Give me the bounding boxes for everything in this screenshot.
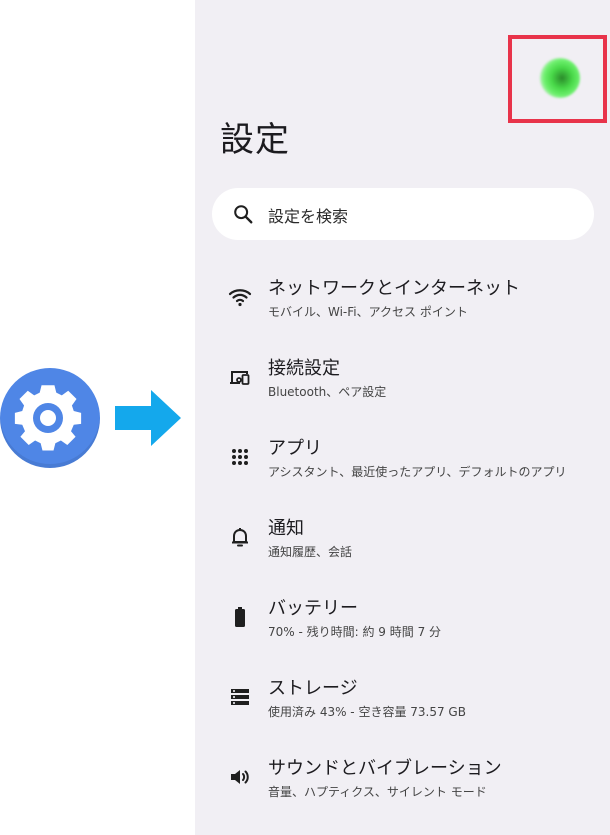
gear-icon: [14, 385, 82, 451]
settings-item-storage[interactable]: ストレージ 使用済み 43% - 空き容量 73.57 GB: [195, 668, 610, 738]
page-title: 設定: [220, 120, 290, 160]
settings-item-subtitle: アシスタント、最近使ったアプリ、デフォルトのアプリ: [268, 465, 567, 479]
settings-item-subtitle: Bluetooth、ペア設定: [268, 385, 387, 399]
settings-item-network[interactable]: ネットワークとインターネット モバイル、Wi-Fi、アクセス ポイント: [195, 268, 610, 338]
connected-devices-icon: [230, 371, 250, 385]
settings-item-title: サウンドとバイブレーション: [268, 758, 502, 779]
battery-icon: [235, 607, 245, 627]
right-arrow-icon: [115, 390, 181, 446]
settings-item-subtitle: モバイル、Wi-Fi、アクセス ポイント: [268, 305, 468, 319]
settings-item-connected-devices[interactable]: 接続設定 Bluetooth、ペア設定: [195, 348, 610, 418]
apps-grid-icon: [232, 449, 248, 465]
settings-item-subtitle: 使用済み 43% - 空き容量 73.57 GB: [268, 705, 466, 719]
settings-item-subtitle: 音量、ハプティクス、サイレント モード: [268, 785, 487, 799]
wifi-icon: [228, 289, 252, 307]
settings-item-title: ネットワークとインターネット: [268, 278, 520, 299]
settings-item-notifications[interactable]: 通知 通知履歴、会話: [195, 508, 610, 578]
settings-item-subtitle: 70% - 残り時間: 約 9 時間 7 分: [268, 625, 442, 639]
settings-app-icon: [0, 368, 100, 468]
search-input[interactable]: 設定を検索: [212, 188, 594, 240]
storage-icon: [231, 689, 249, 705]
settings-item-title: ストレージ: [268, 678, 358, 699]
bell-icon: [232, 528, 248, 547]
settings-item-title: アプリ: [268, 438, 322, 459]
settings-item-title: 接続設定: [268, 358, 340, 379]
speaker-icon: [231, 770, 249, 784]
settings-panel: 設定 設定を検索 ネットワークとインターネット モバイル、Wi-Fi、アクセス …: [195, 0, 610, 835]
settings-item-title: バッテリー: [268, 598, 358, 619]
search-icon: [234, 205, 253, 224]
settings-item-sound[interactable]: サウンドとバイブレーション 音量、ハプティクス、サイレント モード: [195, 748, 610, 818]
settings-item-battery[interactable]: バッテリー 70% - 残り時間: 約 9 時間 7 分: [195, 588, 610, 658]
search-placeholder: 設定を検索: [268, 207, 349, 226]
avatar-highlight-box: [508, 35, 607, 123]
left-illustration-area: [0, 0, 195, 835]
settings-item-apps[interactable]: アプリ アシスタント、最近使ったアプリ、デフォルトのアプリ: [195, 428, 610, 498]
settings-item-subtitle: 通知履歴、会話: [268, 545, 353, 559]
account-avatar[interactable]: [540, 58, 580, 98]
settings-item-title: 通知: [268, 518, 304, 539]
